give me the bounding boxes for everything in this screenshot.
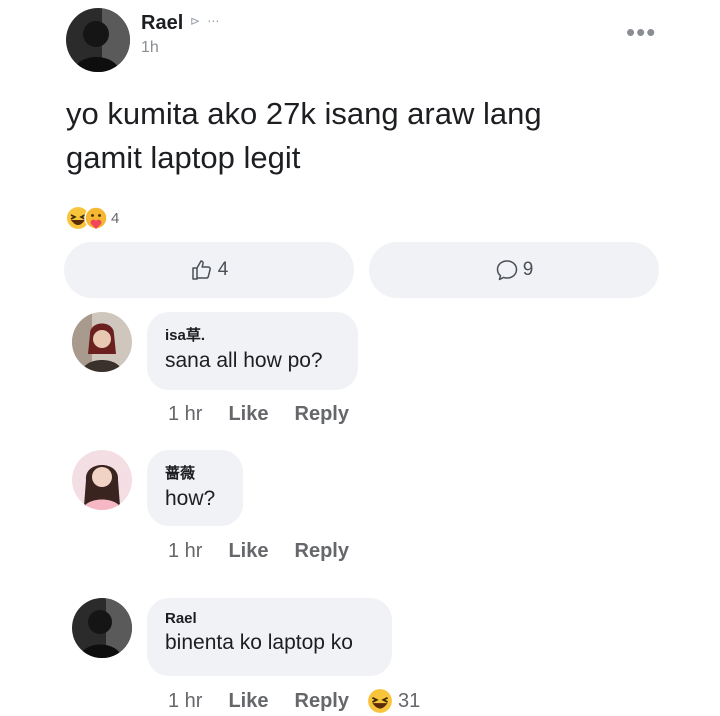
comment-avatar-3[interactable] (72, 598, 132, 658)
comment-time-3[interactable]: 1 hr (168, 690, 202, 713)
like-button[interactable]: 4 (64, 242, 354, 298)
comment-author-1[interactable]: isa草. (165, 324, 340, 345)
post-author-extra: ⊳ ⋯ (190, 14, 222, 28)
comment-reactions-3[interactable]: 31 (367, 688, 420, 714)
comment-time-1[interactable]: 1 hr (168, 403, 202, 426)
reaction-count: 4 (111, 209, 120, 227)
comment-reaction-count-3: 31 (397, 689, 421, 712)
post-author-avatar[interactable] (66, 8, 130, 72)
haha-emoji-icon (367, 688, 393, 714)
comment-author-2[interactable]: 蔷薇 (165, 462, 225, 483)
comment-like-button-3[interactable]: Like (228, 690, 268, 713)
comment-author-3[interactable]: Rael (165, 610, 374, 627)
comment-like-button-1[interactable]: Like (228, 403, 268, 426)
comment-meta-2: 1 hr Like Reply (168, 540, 349, 563)
comment-meta-3: 1 hr Like Reply 31 (168, 688, 420, 714)
more-options-icon[interactable]: ••• (626, 19, 656, 45)
comment-bubble-1: isa草. sana all how po? (147, 312, 358, 390)
comment-bubble-2: 蔷薇 how? (147, 450, 243, 526)
care-emoji-icon (84, 206, 108, 230)
comment-avatar-2[interactable] (72, 450, 132, 510)
comment-like-button-2[interactable]: Like (228, 540, 268, 563)
post-author-name[interactable]: Rael (141, 12, 183, 35)
post-text: yo kumita ako 27k isang araw lang gamit … (66, 92, 542, 180)
comment-avatar-1[interactable] (72, 312, 132, 372)
post-timestamp[interactable]: 1h (141, 39, 159, 57)
comment-bubble-3: Rael binenta ko laptop ko (147, 598, 392, 676)
comment-text-2: how? (165, 487, 216, 510)
comment-meta-1: 1 hr Like Reply (168, 403, 349, 426)
comment-reply-button-2[interactable]: Reply (295, 540, 349, 563)
comment-bubble-icon (495, 258, 519, 282)
comment-reply-button-3[interactable]: Reply (295, 690, 349, 713)
comment-button[interactable]: 9 (369, 242, 659, 298)
post-text-line-2: gamit laptop legit (66, 140, 301, 175)
post-text-line-1: yo kumita ako 27k isang araw lang (66, 96, 542, 131)
comment-text-1: sana all how po? (165, 349, 323, 372)
comment-count: 9 (522, 259, 534, 280)
comment-reply-button-1[interactable]: Reply (295, 403, 349, 426)
comment-time-2[interactable]: 1 hr (168, 540, 202, 563)
like-count: 4 (217, 259, 229, 280)
comment-text-3: binenta ko laptop ko (165, 631, 353, 654)
like-thumb-icon (190, 258, 214, 282)
reactions-summary[interactable]: 4 (66, 206, 119, 230)
